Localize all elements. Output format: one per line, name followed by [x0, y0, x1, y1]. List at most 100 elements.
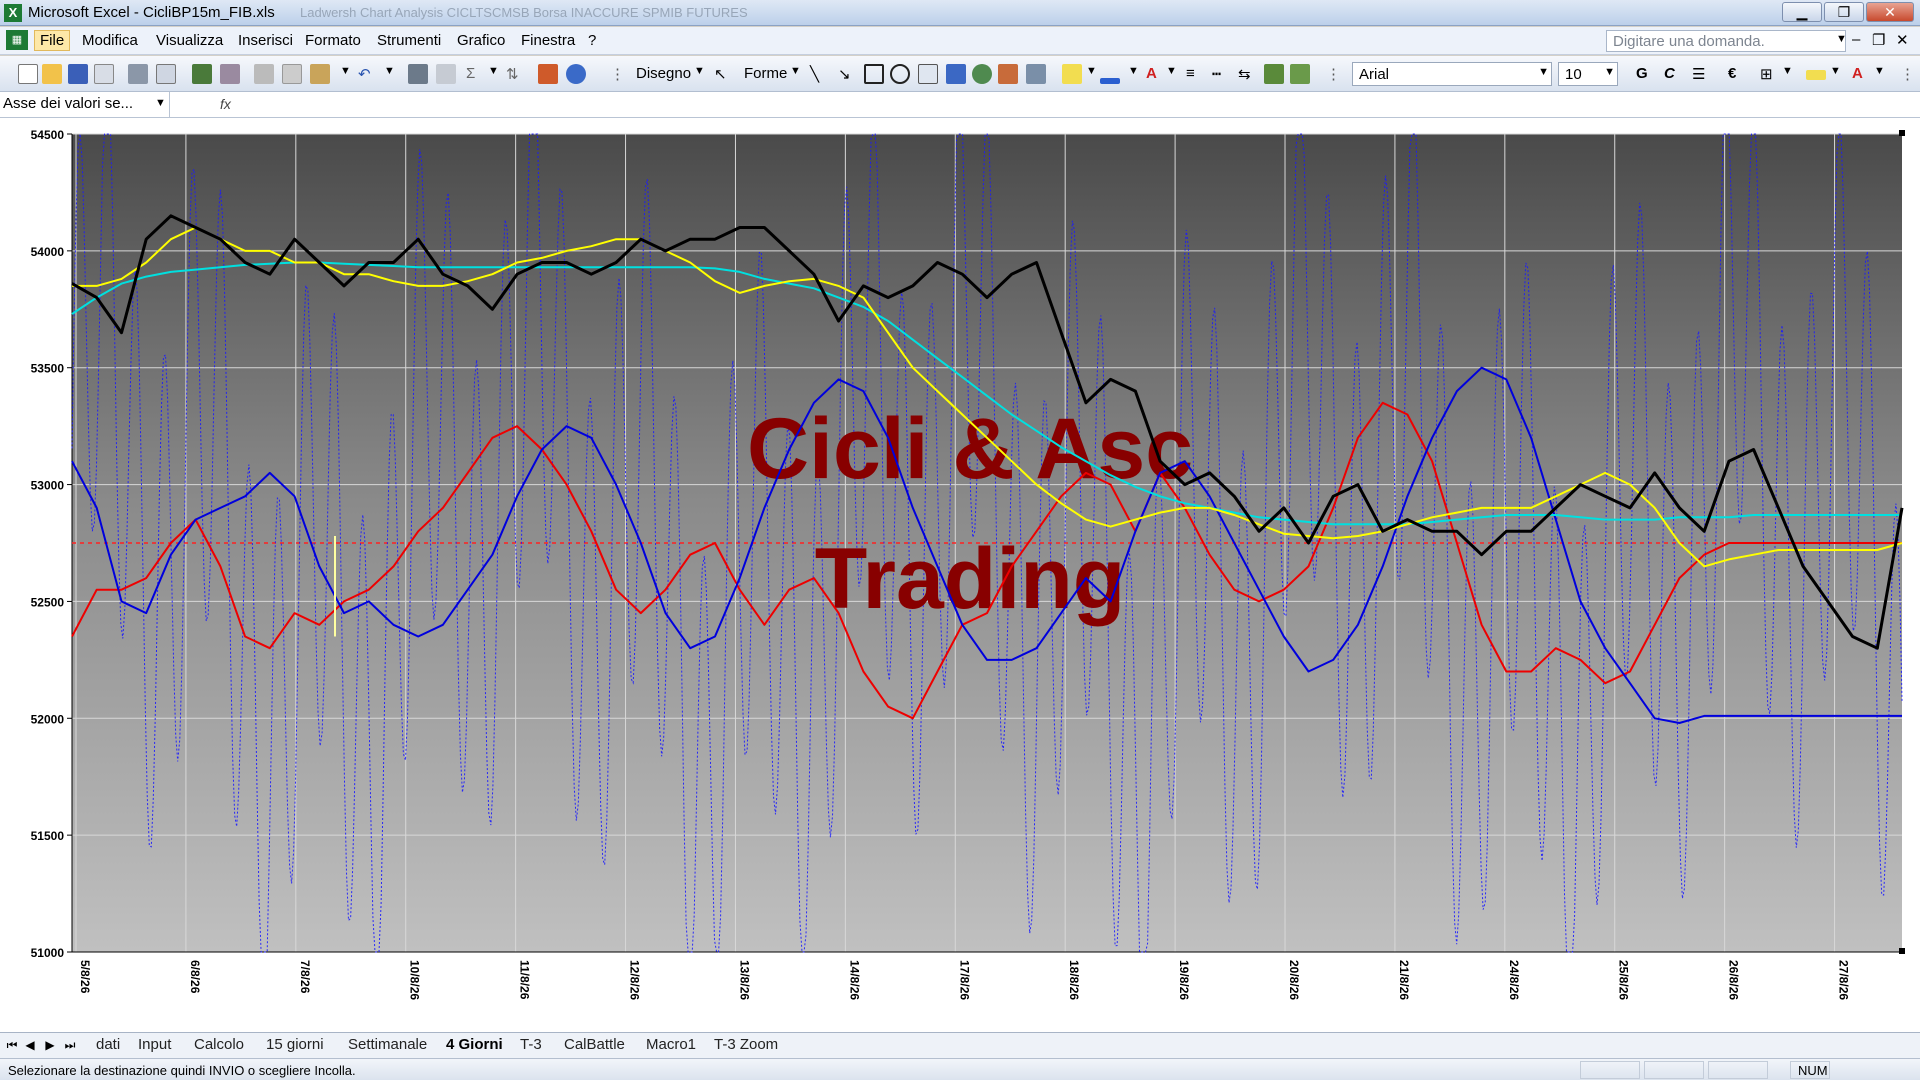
close-workbook-button[interactable]: ✕ [1896, 31, 1909, 49]
autosum-gray-icon[interactable] [436, 64, 456, 84]
menu-file[interactable]: File [34, 30, 71, 51]
sheet-tab-input[interactable]: Input [138, 1036, 171, 1053]
sheet-tab-4-giorni[interactable]: 4 Giorni [446, 1036, 503, 1053]
first-sheet-icon[interactable]: ⏮ [4, 1038, 20, 1053]
arrow-style-icon[interactable]: ⇆ [1238, 65, 1251, 83]
ask-dropdown-icon[interactable]: ▼ [1836, 33, 1847, 45]
shadow-icon[interactable] [1264, 64, 1284, 84]
menu-grafico[interactable]: Grafico [457, 32, 505, 49]
drawing-dropdown-icon[interactable]: ▼ [694, 65, 705, 77]
text-color-dropdown-icon[interactable]: ▼ [1874, 65, 1885, 77]
copy-icon[interactable] [282, 64, 302, 84]
rectangle-icon[interactable] [864, 64, 884, 84]
arrow-icon[interactable]: ↘ [838, 65, 851, 83]
currency-button[interactable]: € [1728, 65, 1736, 82]
font-name-select[interactable]: Arial ▼ [1352, 62, 1552, 86]
picture-icon[interactable] [1026, 64, 1046, 84]
menu-strumenti[interactable]: Strumenti [377, 32, 441, 49]
toolbar-options-icon[interactable]: ⋮ [1900, 65, 1915, 83]
cut-icon[interactable] [254, 64, 274, 84]
sort-icon[interactable]: ⇅ [506, 65, 519, 83]
clipart-icon[interactable] [998, 64, 1018, 84]
open-icon[interactable] [42, 64, 62, 84]
fill-color-icon[interactable] [1062, 64, 1082, 84]
line-icon[interactable]: ╲ [810, 65, 819, 83]
chart-wizard-icon[interactable] [538, 64, 558, 84]
hyperlink-icon[interactable] [408, 64, 428, 84]
sheet-tab-dati[interactable]: dati [96, 1036, 120, 1053]
font-color-icon[interactable]: A [1146, 65, 1157, 82]
select-arrow-icon[interactable]: ↖ [714, 65, 727, 83]
restore-workbook-button[interactable]: ❐ [1872, 31, 1885, 49]
help-icon[interactable] [566, 64, 586, 84]
menu-formato[interactable]: Formato [305, 32, 361, 49]
new-icon[interactable] [18, 64, 38, 84]
menu-finestra[interactable]: Finestra [521, 32, 575, 49]
menu-inserisci[interactable]: Inserisci [238, 32, 293, 49]
ask-question-input[interactable]: Digitare una domanda. [1606, 30, 1846, 52]
3d-icon[interactable] [1290, 64, 1310, 84]
line-color-icon[interactable] [1100, 78, 1120, 84]
undo-dropdown-icon[interactable]: ▼ [384, 65, 395, 77]
price-cycle-chart[interactable]: 54500 54000 53500 53000 52500 52000 51500 51000… [0, 118, 1920, 1032]
font-color-dropdown-icon[interactable]: ▼ [1166, 65, 1177, 77]
sigma-icon[interactable]: Σ [466, 65, 475, 82]
name-box[interactable]: Asse dei valori se... ▼ [0, 92, 170, 117]
paste-dropdown-icon[interactable]: ▼ [340, 65, 351, 77]
prev-sheet-icon[interactable]: ◀ [22, 1038, 38, 1052]
sheet-tab-15-giorni[interactable]: 15 giorni [266, 1036, 324, 1053]
sheet-tab-calcolo[interactable]: Calcolo [194, 1036, 244, 1053]
save-icon[interactable] [68, 64, 88, 84]
drawing-menu[interactable]: Disegno [636, 65, 691, 82]
italic-button[interactable]: C [1664, 65, 1675, 82]
x-tick-label: 7/8/26 [298, 960, 312, 994]
name-box-dropdown-icon[interactable]: ▼ [155, 97, 166, 109]
x-tick-label: 17/8/26 [957, 960, 971, 1000]
oval-icon[interactable] [890, 64, 910, 84]
minimize-workbook-button[interactable]: – [1852, 31, 1860, 48]
align-icon[interactable]: ☰ [1692, 65, 1705, 83]
textbox-icon[interactable] [918, 64, 938, 84]
menu-help[interactable]: ? [588, 32, 596, 49]
workbook-icon[interactable]: ▦ [6, 30, 28, 50]
spelling-icon[interactable] [192, 64, 212, 84]
fill-dropdown-icon[interactable]: ▼ [1086, 65, 1097, 77]
print-preview-icon[interactable] [156, 64, 176, 84]
next-sheet-icon[interactable]: ▶ [42, 1038, 58, 1052]
sheet-tab-calbattle[interactable]: CalBattle [564, 1036, 625, 1053]
fx-icon[interactable]: fx [220, 96, 231, 112]
sheet-tab-settimanale[interactable]: Settimanale [348, 1036, 427, 1053]
research-icon[interactable] [220, 64, 240, 84]
menu-visualizza[interactable]: Visualizza [156, 32, 223, 49]
text-color-icon[interactable]: A [1852, 65, 1863, 82]
borders-dropdown-icon[interactable]: ▼ [1782, 65, 1793, 77]
diagram-icon[interactable] [972, 64, 992, 84]
sheet-tab-t3-zoom[interactable]: T-3 Zoom [714, 1036, 778, 1053]
cell-fill-dropdown-icon[interactable]: ▼ [1830, 65, 1841, 77]
wordart-icon[interactable] [946, 64, 966, 84]
dash-style-icon[interactable]: ┅ [1212, 65, 1221, 83]
selection-handle-top[interactable] [1899, 130, 1905, 136]
shapes-menu[interactable]: Forme [744, 65, 787, 82]
sigma-dropdown-icon[interactable]: ▼ [488, 65, 499, 77]
sheet-tab-t3[interactable]: T-3 [520, 1036, 542, 1053]
restore-button[interactable]: ❐ [1824, 2, 1864, 22]
last-sheet-icon[interactable]: ⏭ [62, 1038, 78, 1053]
undo-icon[interactable]: ↶ [358, 65, 371, 83]
paste-icon[interactable] [310, 64, 330, 84]
cell-fill-icon[interactable] [1806, 70, 1826, 80]
selection-handle-bottom[interactable] [1899, 948, 1905, 954]
close-button[interactable]: ✕ [1866, 2, 1914, 22]
permission-icon[interactable] [94, 64, 114, 84]
sheet-tab-macro1[interactable]: Macro1 [646, 1036, 696, 1053]
minimize-button[interactable]: ▁ [1782, 2, 1822, 22]
font-size-select[interactable]: 10 ▼ [1558, 62, 1618, 86]
line-color-dropdown-icon[interactable]: ▼ [1128, 65, 1139, 77]
bold-button[interactable]: G [1636, 65, 1648, 82]
menu-modifica[interactable]: Modifica [82, 32, 138, 49]
borders-icon[interactable]: ⊞ [1760, 65, 1773, 83]
print-icon[interactable] [128, 64, 148, 84]
shapes-dropdown-icon[interactable]: ▼ [790, 65, 801, 77]
x-tick-label: 24/8/26 [1507, 960, 1521, 1000]
line-style-icon[interactable]: ≡ [1186, 65, 1195, 82]
